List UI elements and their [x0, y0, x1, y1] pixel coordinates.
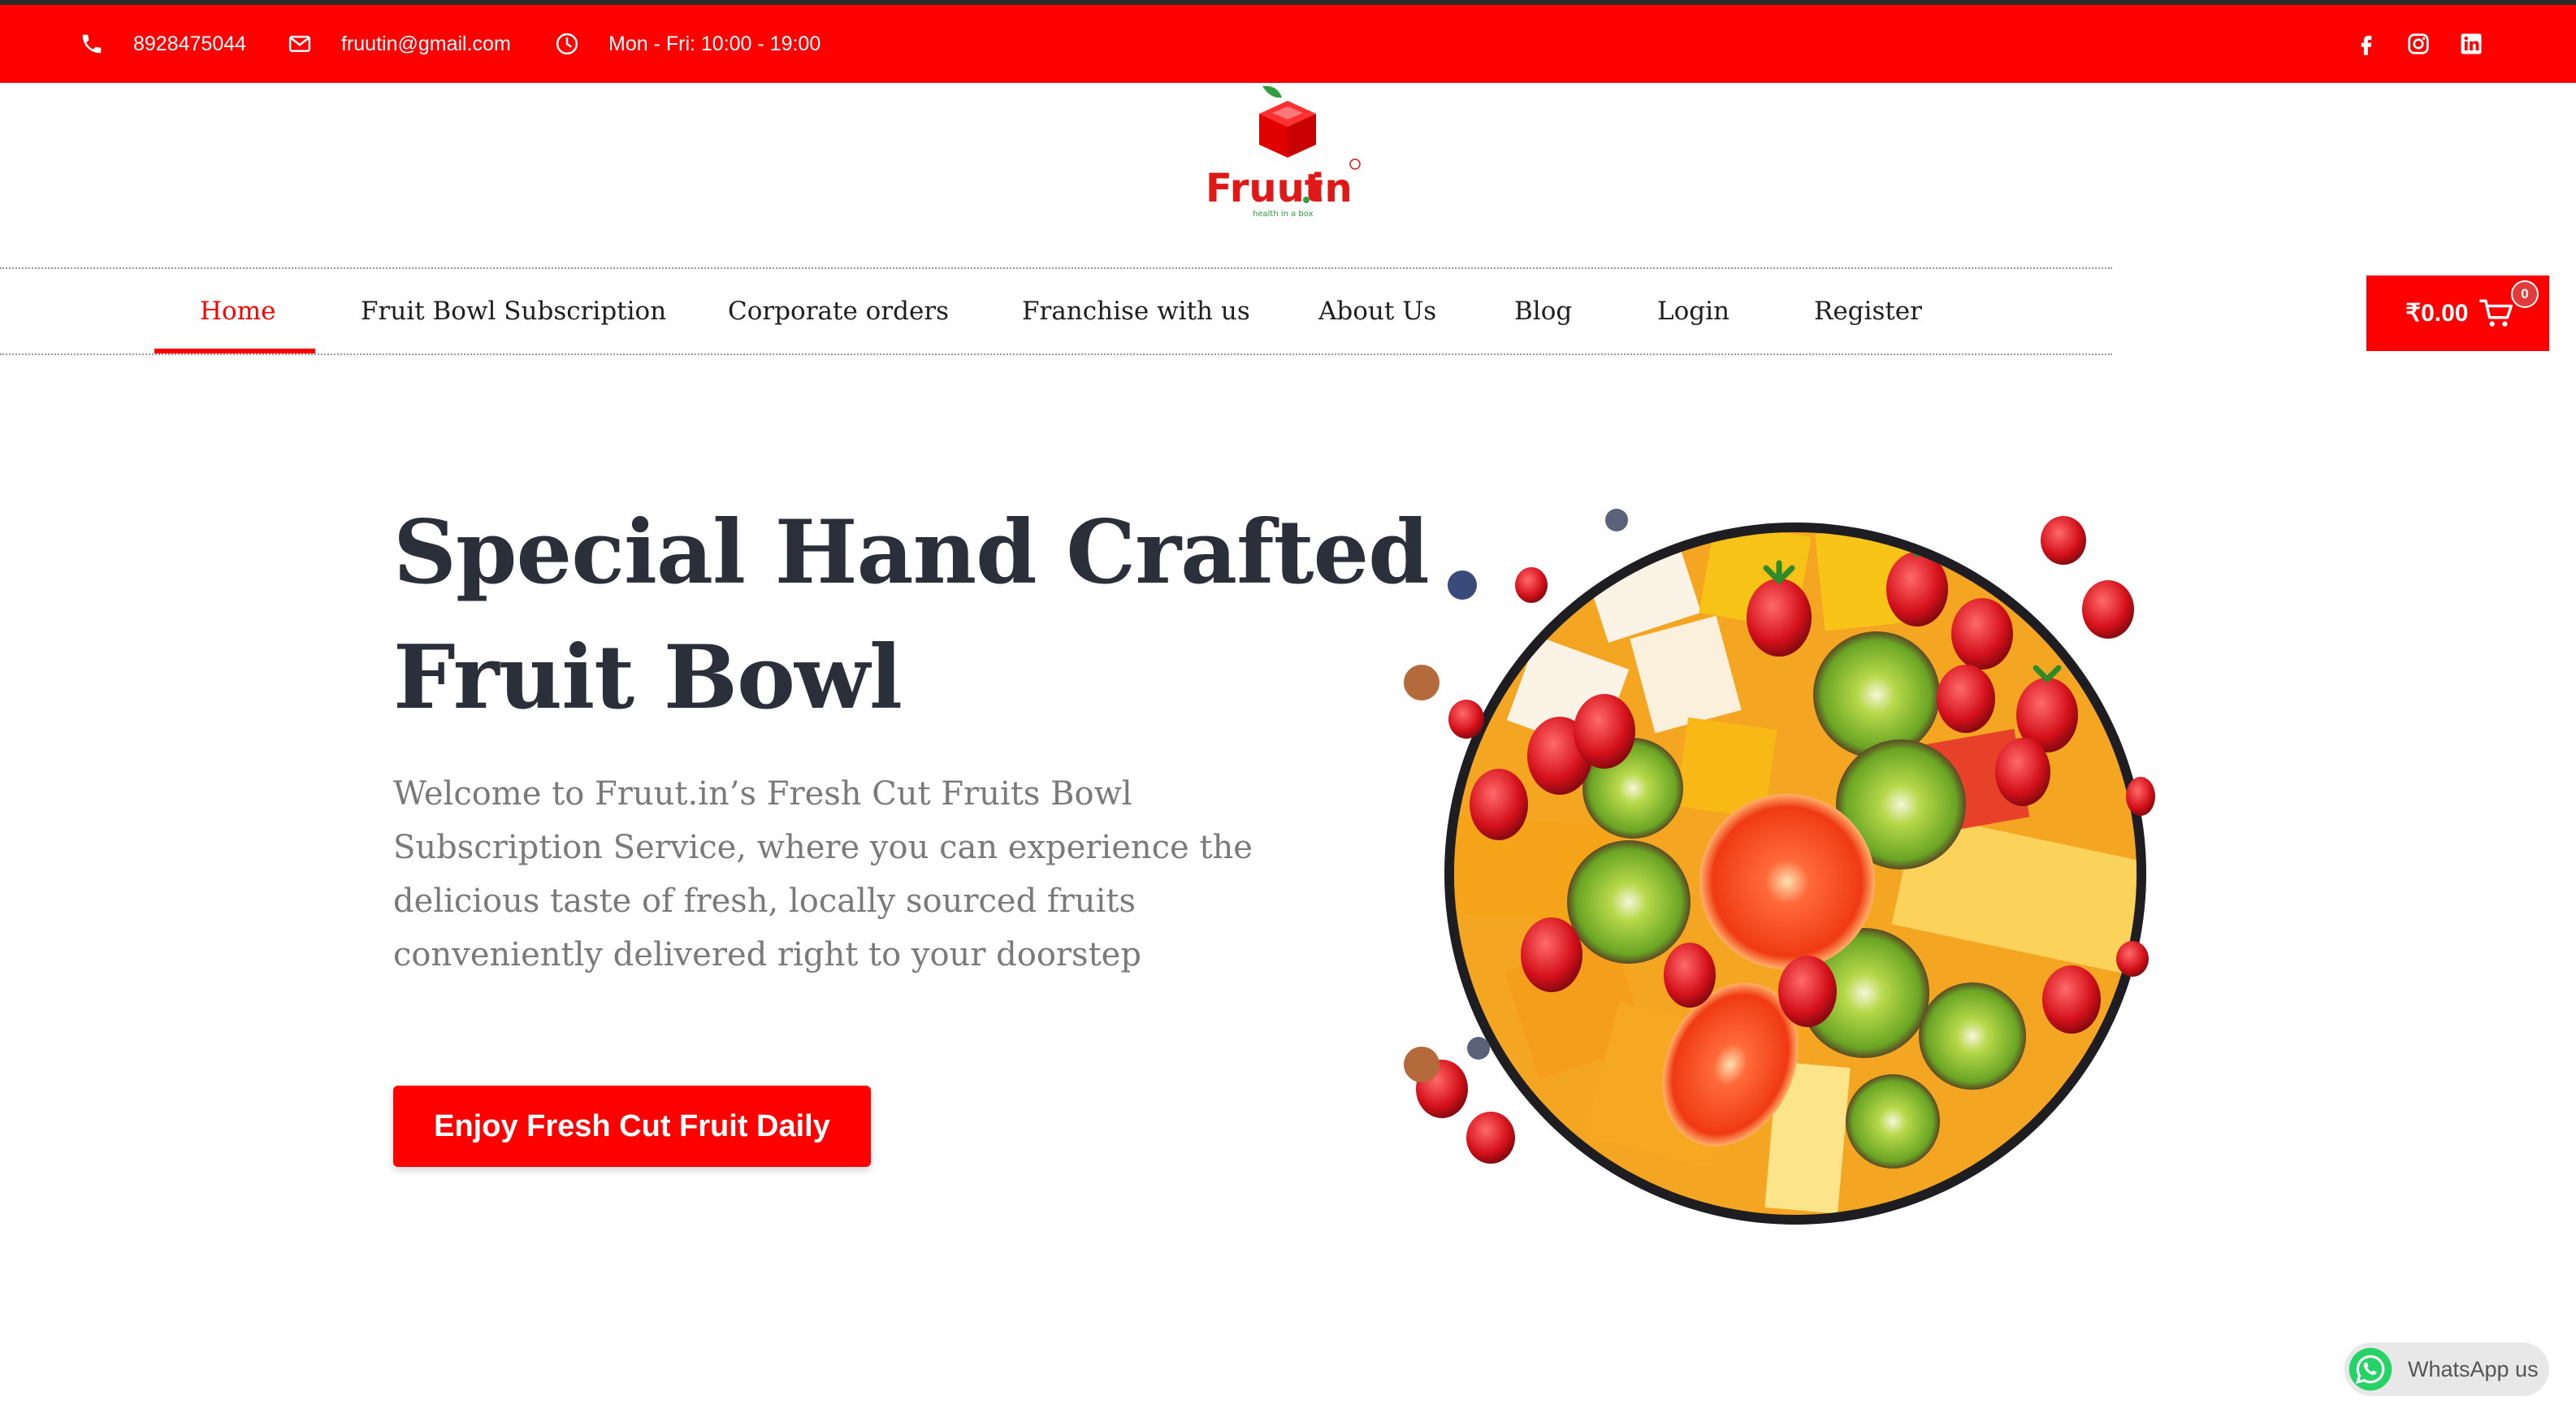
hero-title-line-1: Special Hand Crafted — [393, 501, 1430, 604]
instagram-link[interactable] — [2406, 5, 2431, 83]
hero-title: Special Hand Crafted Fruit Bowl — [393, 490, 1430, 740]
fruut-in-logo[interactable]: Fruut in health in a box — [1202, 81, 1373, 219]
phone-number: 8928475044 — [133, 32, 247, 55]
linkedin-icon — [2461, 33, 2482, 54]
linkedin-link[interactable] — [2459, 5, 2483, 83]
whatsapp-icon — [2349, 1347, 2392, 1391]
top-contact-bar: 8928475044 fruutin@gmail.com Mon - Fri: … — [0, 5, 2576, 83]
hero-title-line-2: Fruit Bowl — [393, 627, 903, 729]
enjoy-fresh-cut-fruit-button[interactable]: Enjoy Fresh Cut Fruit Daily — [393, 1086, 871, 1167]
logo-tagline: health in a box — [1253, 210, 1314, 219]
fruit-bowl-image — [1404, 509, 2155, 1225]
whatsapp-label: WhatsApp us — [2408, 1356, 2539, 1381]
shopping-cart-icon — [2479, 299, 2513, 327]
hours-text: Mon - Fri: 10:00 - 19:00 — [608, 32, 821, 55]
instagram-icon — [2408, 33, 2429, 54]
cart-count-badge: 0 — [2511, 280, 2539, 308]
phone-contact[interactable]: 8928475044 — [80, 5, 246, 83]
active-nav-indicator — [154, 349, 315, 353]
svg-text:in: in — [1311, 166, 1353, 211]
facebook-link[interactable] — [2354, 5, 2379, 83]
cart-amount: ₹0.00 — [2405, 300, 2469, 327]
phone-icon — [82, 34, 102, 54]
fruit-box-icon — [1259, 85, 1316, 158]
svg-text:Fruut: Fruut — [1206, 166, 1323, 211]
nav-about-us[interactable]: About Us — [1318, 269, 1436, 353]
nav-franchise[interactable]: Franchise with us — [1022, 269, 1250, 353]
opening-hours: Mon - Fri: 10:00 - 19:00 — [555, 5, 820, 83]
nav-corporate-orders[interactable]: Corporate orders — [728, 269, 949, 353]
nav-login[interactable]: Login — [1657, 269, 1730, 353]
main-navigation: Home Fruit Bowl Subscription Corporate o… — [0, 267, 2112, 355]
hero-description: Welcome to Fruut.in’s Fresh Cut Fruits B… — [393, 775, 1253, 974]
whatsapp-chat-button[interactable]: WhatsApp us — [2344, 1342, 2549, 1396]
nav-register[interactable]: Register — [1814, 269, 1922, 353]
email-address: fruutin@gmail.com — [341, 32, 511, 55]
nav-fruit-bowl-subscription[interactable]: Fruit Bowl Subscription — [361, 269, 666, 353]
nav-blog[interactable]: Blog — [1514, 269, 1572, 353]
envelope-icon — [288, 36, 311, 52]
nav-home[interactable]: Home — [200, 269, 275, 353]
clock-icon — [556, 33, 578, 55]
cart-button[interactable]: ₹0.00 0 — [2366, 275, 2549, 351]
facebook-icon — [2361, 36, 2372, 55]
email-contact[interactable]: fruutin@gmail.com — [288, 5, 511, 83]
